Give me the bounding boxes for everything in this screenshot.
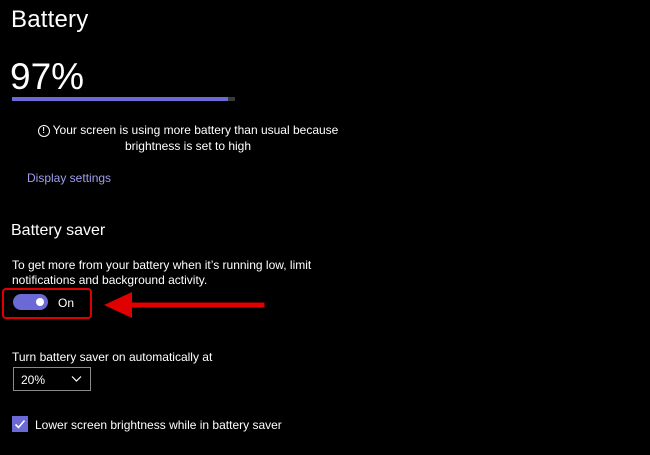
info-icon: ! — [37, 125, 50, 137]
battery-percentage: 97% — [10, 56, 85, 97]
battery-saver-heading: Battery saver — [11, 222, 106, 239]
auto-battery-saver-label: Turn battery saver on automatically at — [12, 350, 213, 364]
brightness-notice-text: Your screen is using more battery than u… — [52, 123, 339, 153]
brightness-notice: ! Your screen is using more battery than … — [14, 122, 362, 154]
toggle-knob — [36, 298, 44, 306]
battery-level-fill — [12, 97, 229, 101]
battery-saver-toggle-state: On — [58, 296, 75, 310]
battery-level-bar — [12, 97, 235, 101]
battery-saver-toggle[interactable] — [13, 294, 48, 310]
battery-threshold-value: 20% — [21, 373, 46, 387]
checkmark-icon — [14, 419, 26, 429]
red-arrow-annotation — [104, 292, 265, 318]
battery-threshold-dropdown[interactable]: 20% — [13, 367, 91, 391]
lower-brightness-checkbox[interactable] — [12, 416, 28, 432]
display-settings-link[interactable]: Display settings — [27, 171, 111, 185]
chevron-down-icon — [71, 376, 82, 382]
battery-saver-description: To get more from your battery when it’s … — [12, 258, 312, 287]
page-title: Battery — [11, 6, 89, 33]
lower-brightness-label: Lower screen brightness while in battery… — [35, 418, 282, 432]
